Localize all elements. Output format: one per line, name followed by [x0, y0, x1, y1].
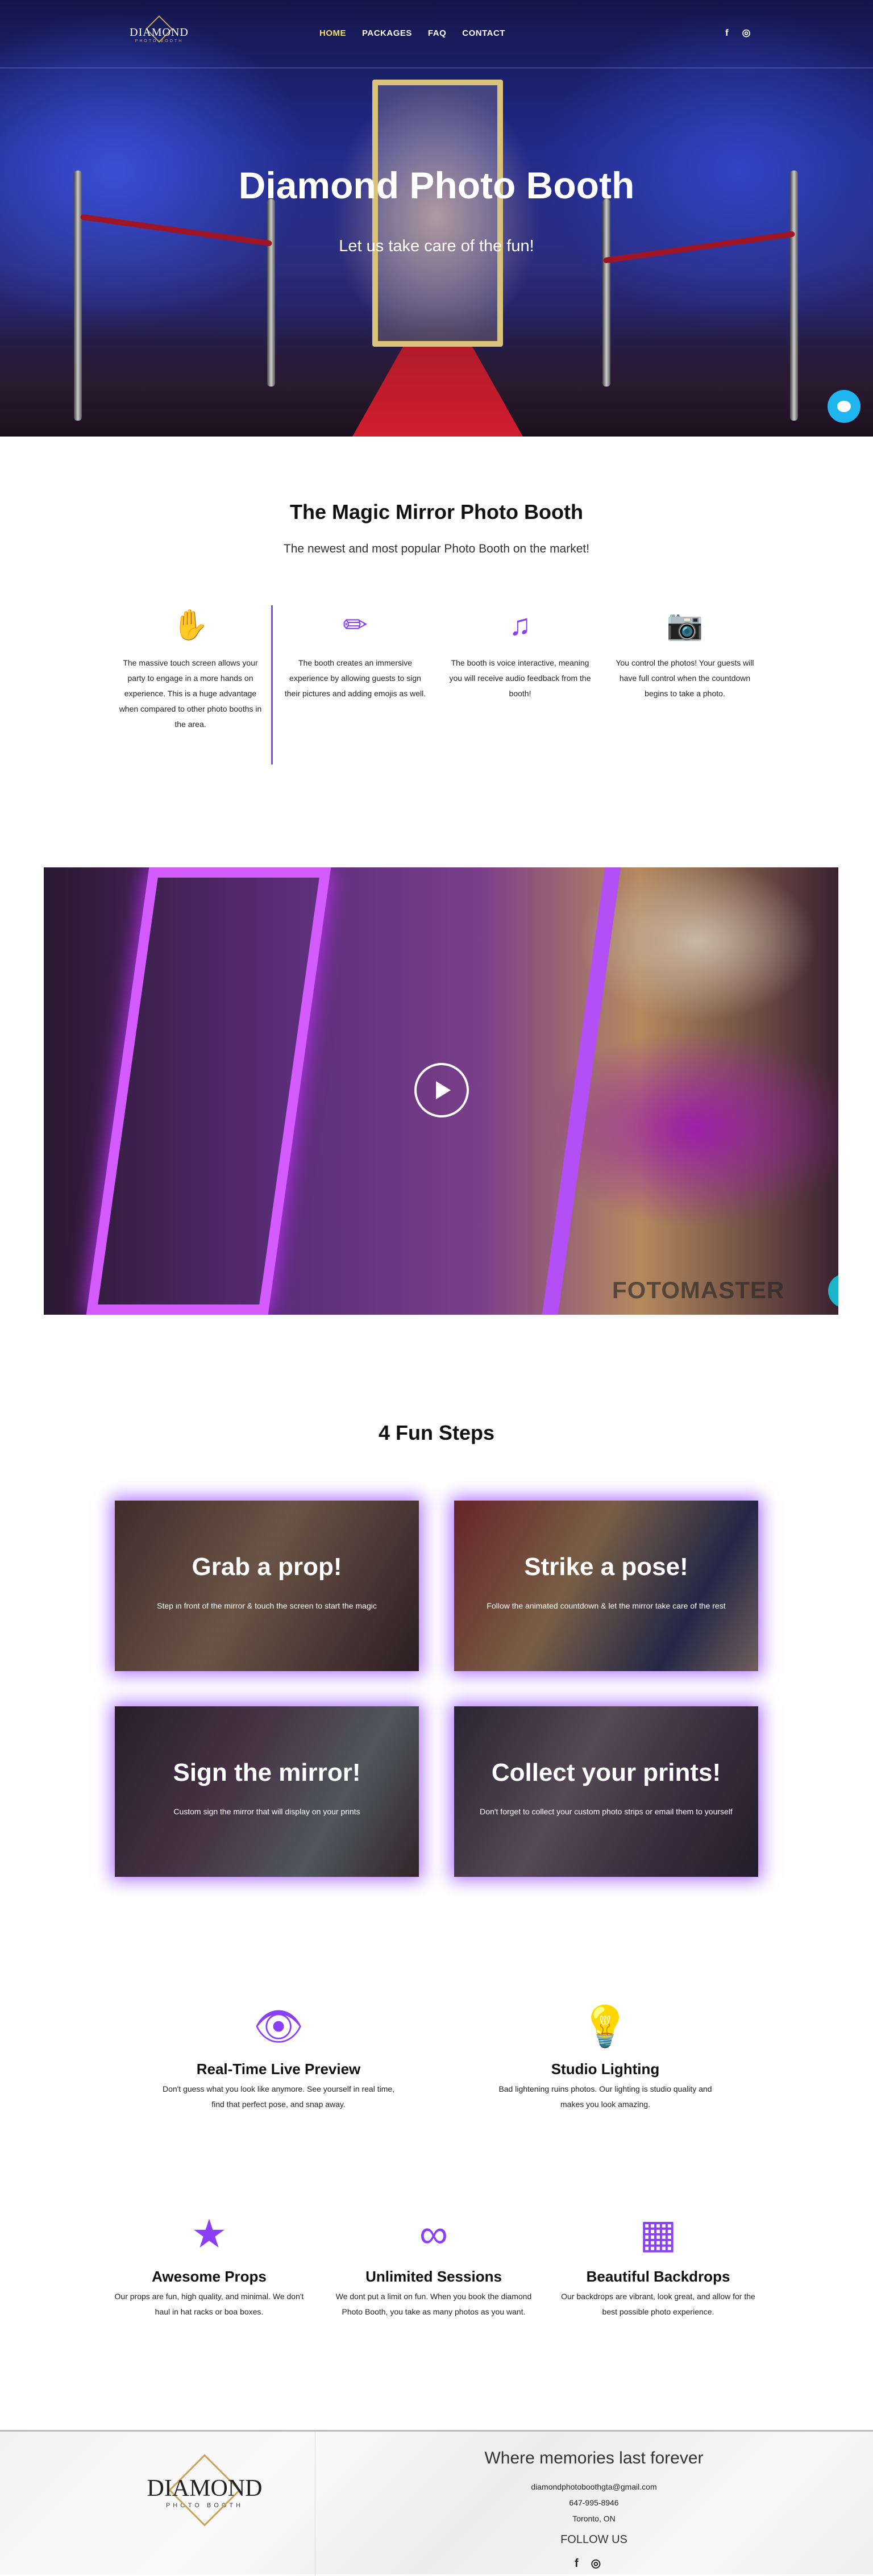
footer-phone[interactable]: 647-995-8946: [315, 2498, 873, 2507]
nav-item-contact[interactable]: CONTACT: [462, 28, 505, 38]
section-subtitle: The newest and most popular Photo Booth …: [283, 542, 590, 555]
footer-social: f◎: [315, 2556, 873, 2570]
nav-item-home[interactable]: HOME: [319, 28, 346, 38]
eye-icon: 👁: [253, 2004, 304, 2049]
fotomaster-logo-icon: [828, 1274, 838, 1308]
stanchion-post: [790, 171, 798, 421]
footer-follow: FOLLOW US: [560, 2533, 627, 2546]
perk-item: ▦ Beautiful Backdrops Our backdrops are …: [556, 2203, 760, 2320]
perk-title: Unlimited Sessions: [365, 2268, 502, 2285]
steps-section: 4 Fun Steps: [0, 1421, 873, 1445]
logo-name: DIAMOND: [130, 26, 189, 39]
step-overlay: [454, 1706, 758, 1877]
stanchion-post: [602, 199, 610, 387]
hero-subtitle: Let us take care of the fun!: [339, 237, 534, 255]
perk-text: Don't guess what you look like anymore. …: [162, 2084, 395, 2109]
feature-text: You control the photos! Your guests will…: [616, 658, 754, 698]
footer-location: Toronto, ON: [572, 2514, 616, 2523]
step-card: Grab a prop! Step in front of the mirror…: [115, 1501, 419, 1671]
play-button[interactable]: [414, 1063, 469, 1117]
chat-bubble-icon: [837, 401, 851, 412]
nav-menu: HOME PACKAGES FAQ CONTACT: [319, 28, 505, 38]
star-icon: ★: [191, 2212, 227, 2256]
chat-button[interactable]: [828, 390, 860, 423]
step-title: Strike a pose!: [524, 1553, 688, 1581]
feature-item: 📷 You control the photos! Your guests wi…: [602, 605, 767, 732]
play-icon: [436, 1081, 451, 1099]
promo-video[interactable]: FOTOMASTER: [44, 867, 838, 1315]
instagram-icon[interactable]: ◎: [742, 27, 751, 39]
social-links: f ◎: [725, 27, 751, 39]
step-overlay: [115, 1501, 419, 1671]
nav-item-packages[interactable]: PACKAGES: [362, 28, 412, 38]
logo[interactable]: DIAMOND PHOTO BOOTH: [125, 15, 193, 61]
perk-title: Real-Time Live Preview: [196, 2060, 361, 2078]
feature-item: ♫ The booth is voice interactive, meanin…: [438, 605, 602, 732]
nav-item-faq[interactable]: FAQ: [428, 28, 446, 38]
instagram-icon[interactable]: ◎: [591, 2557, 613, 2570]
feature-text: The massive touch screen allows your par…: [119, 658, 262, 729]
perk-item: ∞ Unlimited Sessions We dont put a limit…: [331, 2203, 536, 2320]
step-title: Collect your prints!: [491, 1759, 721, 1786]
perk-item: 👁 Real-Time Live Preview Don't guess wha…: [159, 1995, 398, 2112]
step-overlay: [454, 1501, 758, 1671]
step-text: Follow the animated countdown & let the …: [487, 1601, 726, 1610]
magic-mirror-image: [372, 80, 503, 347]
step-text: Don't forget to collect your custom phot…: [480, 1807, 733, 1816]
step-title: Sign the mirror!: [173, 1759, 361, 1786]
feature-item: ✏ The booth creates an immersive experie…: [273, 605, 438, 732]
step-card: Sign the mirror! Custom sign the mirror …: [115, 1706, 419, 1877]
hero-section: DIAMOND PHOTO BOOTH HOME PACKAGES FAQ CO…: [0, 0, 873, 437]
feature-text: The booth is voice interactive, meaning …: [449, 658, 591, 698]
perk-item: ★ Awesome Props Our props are fun, high …: [107, 2203, 311, 2320]
stanchion-post: [74, 171, 82, 421]
hero-title: Diamond Photo Booth: [238, 164, 635, 206]
step-text: Step in front of the mirror & touch the …: [157, 1601, 377, 1610]
perk-title: Beautiful Backdrops: [586, 2268, 730, 2285]
checker-icon: ▦: [639, 2212, 677, 2256]
facebook-icon[interactable]: f: [725, 27, 729, 39]
music-note-icon: ♫: [509, 609, 531, 642]
footer-tagline: Where memories last forever: [484, 2449, 704, 2467]
feature-text: The booth creates an immersive experienc…: [284, 658, 426, 698]
perk-text: We dont put a limit on fun. When you boo…: [335, 2292, 532, 2316]
top-nav: DIAMOND PHOTO BOOTH HOME PACKAGES FAQ CO…: [0, 0, 873, 68]
perk-text: Our props are fun, high quality, and min…: [114, 2292, 304, 2316]
section-title: The Magic Mirror Photo Booth: [290, 500, 583, 523]
perk-text: Bad lightening ruins photos. Our lightin…: [498, 2084, 712, 2109]
camera-icon: 📷: [666, 609, 704, 642]
facebook-icon[interactable]: f: [575, 2557, 591, 2570]
step-title: Grab a prop!: [192, 1553, 342, 1581]
magic-mirror-section: The Magic Mirror Photo Booth The newest …: [0, 500, 873, 556]
step-text: Custom sign the mirror that will display…: [173, 1807, 360, 1816]
footer-logo-name: DIAMOND: [147, 2475, 263, 2502]
step-card: Collect your prints! Don't forget to col…: [454, 1706, 758, 1877]
step-card: Strike a pose! Follow the animated count…: [454, 1501, 758, 1671]
feature-item: ✋ The massive touch screen allows your p…: [108, 605, 273, 765]
lightbulb-icon: 💡: [580, 2004, 630, 2049]
video-watermark: FOTOMASTER: [612, 1277, 785, 1303]
footer: DIAMOND PHOTO BOOTH Where memories last …: [0, 2430, 873, 2576]
hand-icon: ✋: [172, 609, 209, 642]
perk-title: Awesome Props: [152, 2268, 267, 2285]
stanchion-post: [267, 199, 275, 387]
perk-text: Our backdrops are vibrant, look great, a…: [561, 2292, 755, 2316]
infinity-icon: ∞: [419, 2212, 448, 2256]
pencil-icon: ✏: [343, 609, 368, 642]
footer-email[interactable]: diamondphotoboothgta@gmail.com: [315, 2482, 873, 2491]
footer-logo: DIAMOND PHOTO BOOTH: [145, 2454, 264, 2567]
perk-item: 💡 Studio Lighting Bad lightening ruins p…: [486, 1995, 725, 2112]
steps-grid: Grab a prop! Step in front of the mirror…: [115, 1501, 758, 1877]
feature-list: ✋ The massive touch screen allows your p…: [108, 605, 767, 765]
steps-title: 4 Fun Steps: [378, 1421, 495, 1444]
step-overlay: [115, 1706, 419, 1877]
perk-title: Studio Lighting: [551, 2060, 660, 2078]
